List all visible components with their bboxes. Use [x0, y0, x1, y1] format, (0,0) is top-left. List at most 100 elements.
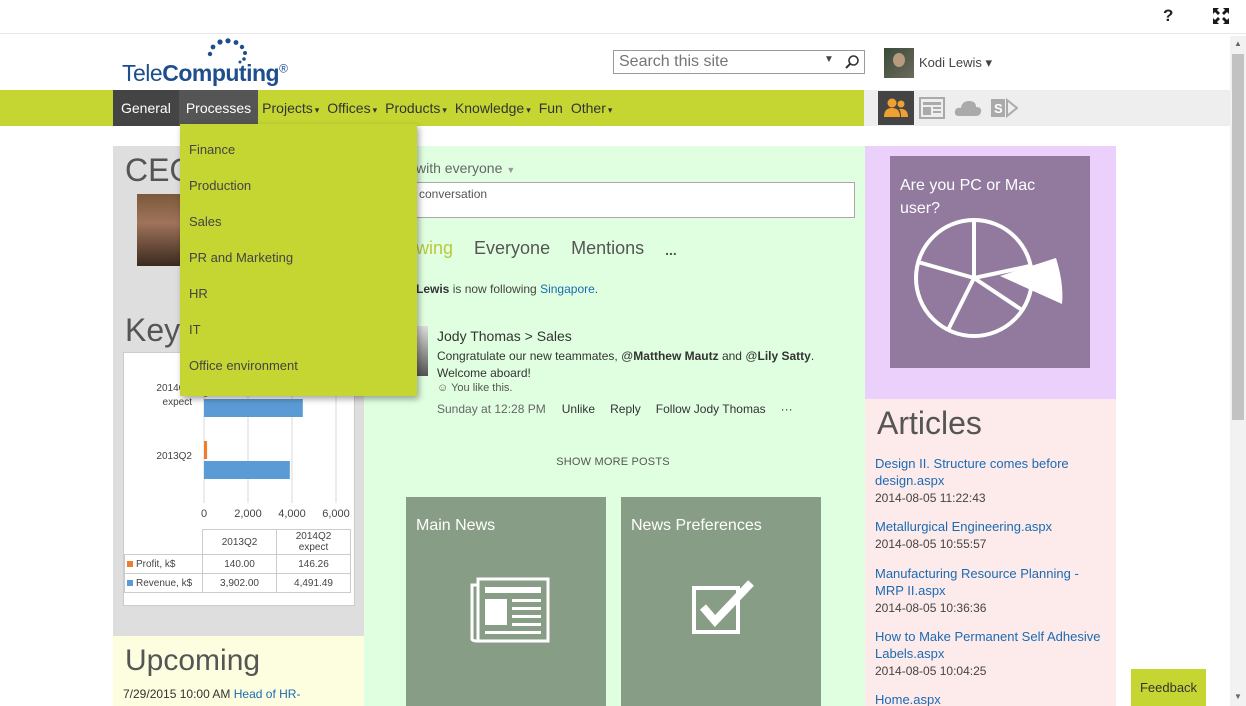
scrollbar-thumb[interactable] — [1232, 54, 1244, 420]
nav-item-knowledge[interactable]: Knowledge ▾ — [451, 90, 535, 126]
show-more-posts-button[interactable]: SHOW MORE POSTS — [364, 456, 862, 468]
upcoming-events: Upcoming 7/29/2015 10:00 AM Head of HR- — [113, 636, 364, 706]
start-conversation-input[interactable]: conversation — [414, 182, 855, 218]
search-input[interactable] — [614, 51, 814, 73]
bar-profitk — [204, 441, 208, 459]
follow-user[interactable]: Lewis — [416, 282, 449, 296]
event-link[interactable]: Head of HR- — [234, 687, 301, 701]
site-logo[interactable]: TeleComputing® — [122, 38, 312, 90]
page: ? TeleComputing® ▼ Kodi Lewis ▾ Gene — [0, 0, 1246, 706]
suite-icon-bar: S — [878, 91, 1022, 125]
nav-item-general[interactable]: General — [113, 90, 179, 126]
table-row-label: Profit, k$ — [124, 554, 203, 574]
article-link[interactable]: How to Make Permanent Self Adhesive Labe… — [875, 629, 1100, 661]
newsfeed-column: with everyone ▼ conversation wing Everyon… — [364, 146, 865, 706]
key-figures-title: Key — [125, 312, 181, 348]
chevron-down-icon: ▾ — [442, 105, 447, 115]
share-with-selector[interactable]: with everyone ▼ — [416, 160, 515, 176]
checkbox-icon — [692, 580, 754, 634]
unlike-button[interactable]: Unlike — [562, 402, 595, 416]
scroll-up-icon[interactable]: ▲ — [1234, 39, 1242, 48]
people-icon[interactable] — [878, 91, 914, 125]
post-actions: Sunday at 12:28 PM Unlike Reply Follow J… — [437, 402, 808, 416]
chevron-down-icon: ▾ — [607, 105, 613, 115]
processes-dropdown-menu: Finance Production Sales PR and Marketin… — [180, 124, 417, 396]
table-cell: 3,902.00 — [202, 573, 277, 593]
post-likes: ☺ You like this. — [437, 382, 513, 394]
nav-item-offices[interactable]: Offices ▾ — [323, 90, 381, 126]
main-news-tile[interactable]: Main News — [406, 497, 606, 706]
newsfeed-icon[interactable] — [914, 91, 950, 125]
article-link[interactable]: Design II. Structure comes before design… — [875, 456, 1069, 488]
more-actions-button[interactable]: ··· — [781, 402, 793, 416]
post-timestamp[interactable]: Sunday at 12:28 PM — [437, 402, 546, 416]
menu-item-office-environment[interactable]: Office environment — [180, 354, 417, 390]
mention-link[interactable]: Matthew Mautz — [633, 349, 718, 363]
scroll-down-icon[interactable]: ▼ — [1234, 692, 1242, 701]
user-name: Kodi Lewis ▾ — [919, 55, 993, 70]
search-scope-dropdown-icon[interactable]: ▼ — [824, 54, 834, 65]
avatar — [884, 48, 914, 78]
article-link[interactable]: Manufacturing Resource Planning - MRP II… — [875, 566, 1079, 598]
article-link[interactable]: Home.aspx — [875, 692, 941, 706]
chevron-down-icon: ▾ — [314, 105, 320, 115]
menu-item-finance[interactable]: Finance — [180, 138, 417, 174]
menu-item-it[interactable]: IT — [180, 318, 417, 354]
follow-activity: Lewis is now following Singapore. — [416, 282, 599, 296]
onedrive-icon[interactable] — [950, 91, 986, 125]
reply-button[interactable]: Reply — [610, 402, 641, 416]
nav-item-projects[interactable]: Projects ▾ — [258, 90, 323, 126]
x-tick-label: 4,000 — [278, 508, 306, 520]
sharepoint-sites-icon[interactable]: S — [986, 91, 1022, 125]
table-cell: 146.26 — [276, 554, 351, 574]
upcoming-title: Upcoming — [125, 644, 261, 677]
table-row-label: Revenue, k$ — [124, 573, 203, 593]
table-corner — [125, 530, 203, 555]
legend-swatch — [127, 579, 133, 586]
nav-item-processes[interactable]: Processes — [178, 90, 259, 126]
tile-title: News Preferences — [631, 517, 762, 534]
menu-item-production[interactable]: Production — [180, 174, 417, 210]
post-author[interactable]: Jody Thomas > Sales — [437, 328, 572, 344]
post-author-avatar[interactable] — [416, 326, 428, 376]
nav-item-other[interactable]: Other ▾ — [567, 90, 617, 126]
tile-title: Main News — [416, 517, 496, 534]
nav-item-fun[interactable]: Fun — [535, 90, 567, 126]
expand-icon[interactable] — [1212, 7, 1230, 25]
menu-item-hr[interactable]: HR — [180, 282, 417, 318]
follow-author-button[interactable]: Follow Jody Thomas — [656, 402, 766, 416]
x-tick-label: 0 — [201, 508, 207, 520]
mention-link[interactable]: Lily Satty — [758, 349, 811, 363]
more-tabs-button[interactable]: ... — [665, 238, 677, 262]
articles-title: Articles — [877, 405, 982, 441]
page-scrollbar[interactable]: ▲ ▼ — [1230, 36, 1246, 706]
articles-section: Articles Design II. Structure comes befo… — [865, 399, 1116, 706]
article-item: How to Make Permanent Self Adhesive Labe… — [875, 628, 1107, 680]
article-link[interactable]: Metallurgical Engineering.aspx — [875, 519, 1052, 534]
menu-item-pr-marketing[interactable]: PR and Marketing — [180, 246, 417, 282]
search-icon[interactable] — [844, 54, 860, 70]
site-search: ▼ — [613, 50, 865, 74]
feedback-button[interactable]: Feedback — [1131, 669, 1206, 706]
poll-tile[interactable]: Are you PC or Mac user? — [890, 156, 1090, 368]
news-preferences-tile[interactable]: News Preferences — [621, 497, 821, 706]
top-chrome-bar: ? — [0, 0, 1246, 34]
legend-swatch — [127, 560, 133, 567]
nav-item-products[interactable]: Products ▾ — [381, 90, 451, 126]
article-item: Metallurgical Engineering.aspx 2014-08-05… — [875, 518, 1107, 553]
chevron-down-icon: ▾ — [985, 55, 993, 70]
poll-section: Are you PC or Mac user? — [865, 146, 1116, 399]
tab-everyone[interactable]: Everyone — [474, 238, 550, 262]
table-cell: 140.00 — [202, 554, 277, 574]
chevron-down-icon: ▾ — [526, 105, 531, 115]
bar-revenuek — [204, 399, 303, 417]
help-button[interactable]: ? — [1163, 6, 1173, 26]
article-item: Design II. Structure comes before design… — [875, 455, 1107, 507]
follow-target-link[interactable]: Singapore — [540, 282, 595, 296]
article-date: 2014-08-05 10:55:57 — [875, 537, 987, 551]
article-item: Home.aspx — [875, 691, 1107, 706]
bar-revenuek — [204, 461, 290, 479]
tab-following[interactable]: wing — [416, 238, 453, 262]
tab-mentions[interactable]: Mentions — [571, 238, 644, 262]
menu-item-sales[interactable]: Sales — [180, 210, 417, 246]
